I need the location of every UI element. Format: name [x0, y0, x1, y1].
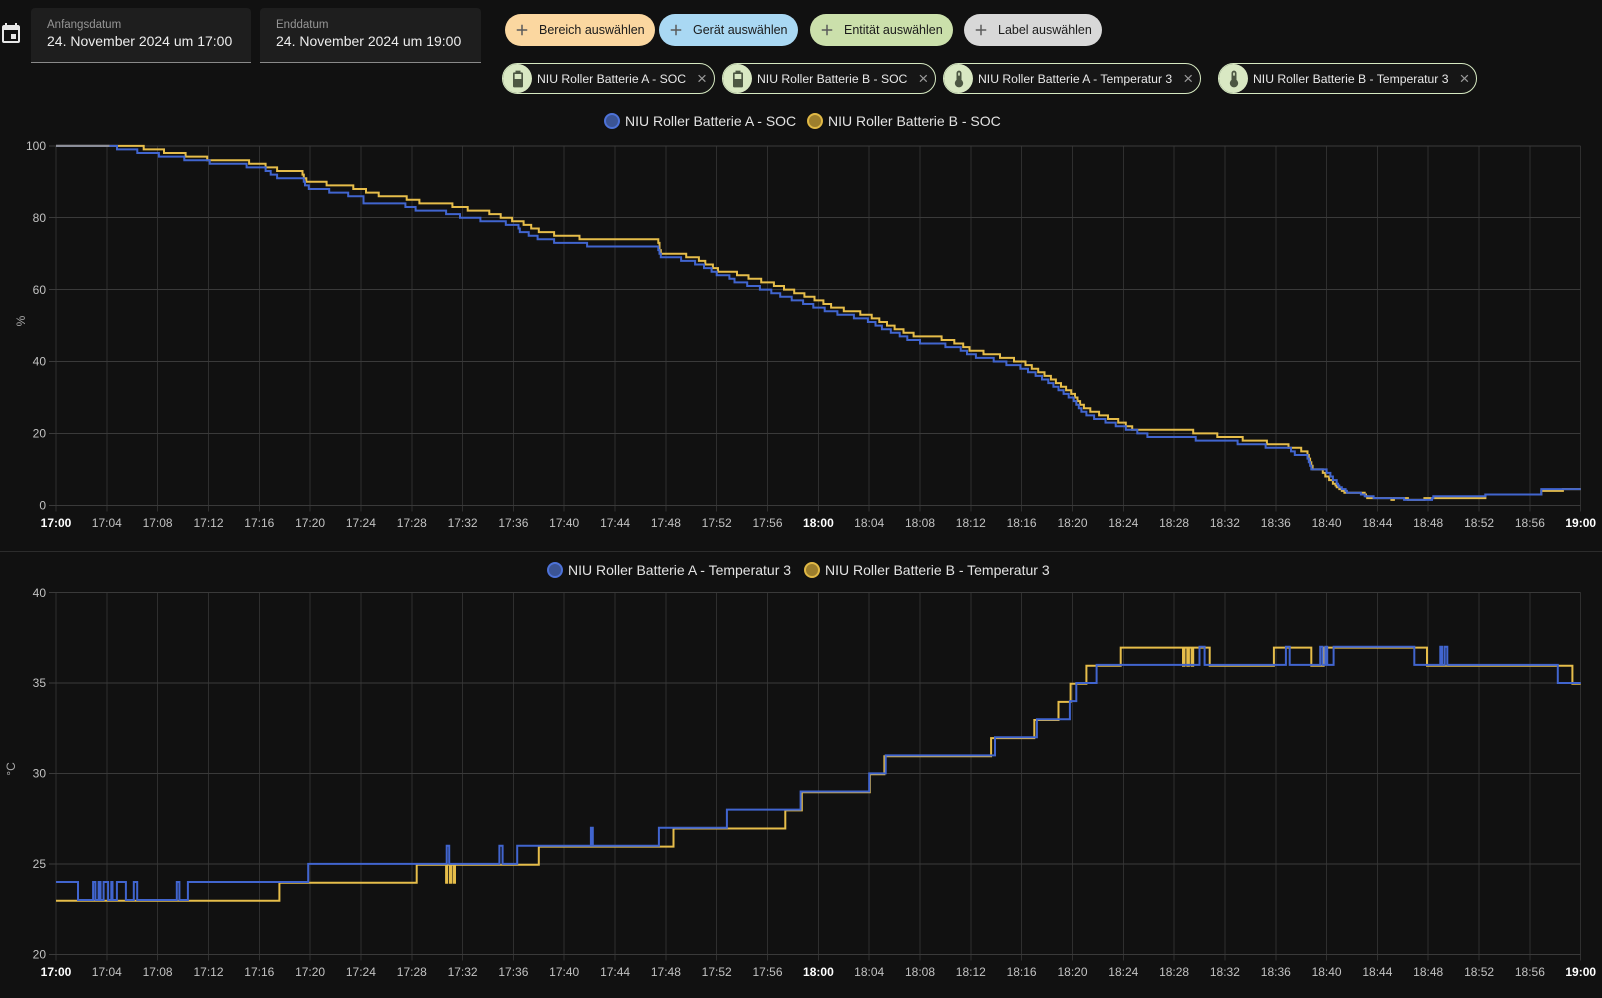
svg-text:17:52: 17:52: [702, 516, 732, 530]
svg-text:17:56: 17:56: [752, 965, 782, 979]
svg-text:17:20: 17:20: [295, 516, 325, 530]
svg-text:17:40: 17:40: [549, 965, 579, 979]
svg-text:17:36: 17:36: [498, 965, 528, 979]
svg-text:18:32: 18:32: [1210, 965, 1240, 979]
svg-text:17:32: 17:32: [448, 516, 478, 530]
svg-text:19:00: 19:00: [1565, 965, 1596, 979]
svg-text:18:52: 18:52: [1464, 965, 1494, 979]
svg-text:17:52: 17:52: [702, 965, 732, 979]
svg-text:18:56: 18:56: [1515, 516, 1545, 530]
svg-text:NIU Roller Batterie A - Temper: NIU Roller Batterie A - Temperatur 3: [568, 562, 791, 578]
svg-text:18:36: 18:36: [1261, 516, 1291, 530]
svg-text:18:56: 18:56: [1515, 965, 1545, 979]
svg-text:0: 0: [39, 499, 46, 513]
svg-text:30: 30: [33, 767, 47, 781]
svg-text:17:04: 17:04: [92, 965, 122, 979]
svg-text:19:00: 19:00: [1565, 516, 1596, 530]
svg-text:18:16: 18:16: [1007, 965, 1037, 979]
svg-text:17:16: 17:16: [244, 516, 274, 530]
svg-text:18:40: 18:40: [1312, 516, 1342, 530]
svg-text:17:28: 17:28: [397, 516, 427, 530]
svg-text:18:28: 18:28: [1159, 516, 1189, 530]
svg-text:17:16: 17:16: [244, 965, 274, 979]
svg-text:40: 40: [33, 355, 47, 369]
svg-text:%: %: [14, 315, 28, 326]
svg-text:18:24: 18:24: [1108, 516, 1138, 530]
svg-text:20: 20: [33, 427, 47, 441]
svg-text:18:08: 18:08: [905, 516, 935, 530]
svg-text:17:08: 17:08: [143, 965, 173, 979]
svg-text:18:12: 18:12: [956, 965, 986, 979]
svg-text:60: 60: [33, 283, 47, 297]
svg-text:18:20: 18:20: [1057, 516, 1087, 530]
svg-text:17:12: 17:12: [193, 516, 223, 530]
svg-text:17:24: 17:24: [346, 965, 376, 979]
svg-text:18:04: 18:04: [854, 965, 884, 979]
svg-text:80: 80: [33, 211, 47, 225]
svg-text:18:24: 18:24: [1108, 965, 1138, 979]
svg-text:18:44: 18:44: [1362, 516, 1392, 530]
svg-text:17:28: 17:28: [397, 965, 427, 979]
svg-text:17:08: 17:08: [143, 516, 173, 530]
svg-text:18:48: 18:48: [1413, 516, 1443, 530]
svg-text:17:36: 17:36: [498, 516, 528, 530]
svg-text:18:52: 18:52: [1464, 516, 1494, 530]
svg-text:17:44: 17:44: [600, 965, 630, 979]
svg-text:25: 25: [33, 857, 47, 871]
svg-text:18:08: 18:08: [905, 965, 935, 979]
svg-text:NIU Roller Batterie A - SOC: NIU Roller Batterie A - SOC: [625, 113, 796, 129]
svg-text:18:00: 18:00: [803, 516, 834, 530]
svg-text:18:12: 18:12: [956, 516, 986, 530]
svg-text:17:48: 17:48: [651, 965, 681, 979]
svg-text:17:00: 17:00: [41, 516, 72, 530]
svg-text:17:12: 17:12: [193, 965, 223, 979]
svg-text:18:32: 18:32: [1210, 516, 1240, 530]
svg-text:17:44: 17:44: [600, 516, 630, 530]
svg-text:40: 40: [33, 586, 47, 600]
svg-text:NIU Roller Batterie B - SOC: NIU Roller Batterie B - SOC: [828, 113, 1001, 129]
svg-text:17:20: 17:20: [295, 965, 325, 979]
svg-text:18:16: 18:16: [1007, 516, 1037, 530]
svg-text:17:24: 17:24: [346, 516, 376, 530]
svg-text:°C: °C: [4, 762, 18, 776]
svg-text:17:04: 17:04: [92, 516, 122, 530]
svg-text:18:20: 18:20: [1057, 965, 1087, 979]
svg-text:17:48: 17:48: [651, 516, 681, 530]
svg-text:20: 20: [33, 948, 47, 962]
svg-text:17:56: 17:56: [752, 516, 782, 530]
svg-text:100: 100: [26, 139, 46, 153]
svg-text:18:00: 18:00: [803, 965, 834, 979]
svg-text:18:04: 18:04: [854, 516, 884, 530]
svg-text:NIU Roller Batterie B - Temper: NIU Roller Batterie B - Temperatur 3: [825, 562, 1050, 578]
svg-text:17:40: 17:40: [549, 516, 579, 530]
svg-text:18:28: 18:28: [1159, 965, 1189, 979]
svg-text:18:36: 18:36: [1261, 965, 1291, 979]
svg-text:18:44: 18:44: [1362, 965, 1392, 979]
svg-text:35: 35: [33, 676, 47, 690]
svg-text:17:00: 17:00: [41, 965, 72, 979]
svg-text:17:32: 17:32: [448, 965, 478, 979]
svg-text:18:48: 18:48: [1413, 965, 1443, 979]
svg-text:18:40: 18:40: [1312, 965, 1342, 979]
